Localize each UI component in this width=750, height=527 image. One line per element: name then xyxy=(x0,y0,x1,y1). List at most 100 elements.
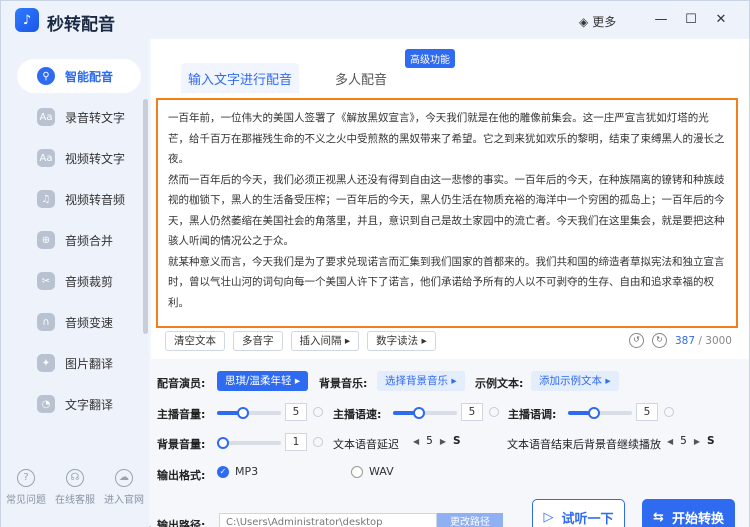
tab-text-dubbing[interactable]: 输入文字进行配音 xyxy=(181,63,299,93)
headphones-icon: ∩ xyxy=(37,313,55,331)
advanced-badge: 高级功能 xyxy=(405,49,455,68)
continue-stepper[interactable]: ◀ 5 ▶ S xyxy=(667,435,715,447)
undo-icon[interactable]: ↺ xyxy=(629,333,644,348)
char-count: 387 xyxy=(675,334,696,347)
path-label: 输出路径: xyxy=(157,519,206,527)
pitch-label: 主播语调: xyxy=(508,408,557,421)
play-icon: ▷ xyxy=(543,509,554,525)
video-audio-icon: ♫ xyxy=(37,190,55,208)
faq-link[interactable]: ? 常见问题 xyxy=(4,469,48,506)
preview-button[interactable]: ▷ 试听一下 xyxy=(532,499,625,527)
format-mp3-radio[interactable]: ✓ MP3 xyxy=(217,465,258,478)
pitch-value[interactable]: 5 xyxy=(636,403,658,421)
start-convert-button[interactable]: ⇆ 开始转换 xyxy=(642,499,735,527)
sidebar-item-label: 音频裁剪 xyxy=(65,274,114,289)
sidebar-item-audio-merge[interactable]: ⊕ 音频合并 xyxy=(17,223,141,257)
sidebar-item-audio-cut[interactable]: ✂ 音频裁剪 xyxy=(17,264,141,298)
speed-spinner-icon[interactable] xyxy=(489,407,499,417)
decrease-icon[interactable]: ◀ xyxy=(667,437,673,446)
search-icon: ⚲ xyxy=(37,67,55,85)
minimize-icon[interactable]: — xyxy=(653,12,669,28)
voice-select-button[interactable]: 思琪/温柔年轻 ▸ xyxy=(217,371,309,391)
delay-unit: S xyxy=(453,435,461,447)
sidebar-item-label: 图片翻译 xyxy=(65,356,114,371)
sample-label: 示例文本: xyxy=(475,377,524,390)
sidebar-item-label: 视频转文字 xyxy=(65,151,126,166)
app-logo-icon: ♪ xyxy=(15,8,39,32)
sidebar-item-label: 智能配音 xyxy=(65,69,114,84)
format-wav-radio[interactable]: WAV xyxy=(351,465,394,478)
bgm-select-button[interactable]: 选择背景音乐 ▸ xyxy=(377,371,465,391)
title-bar: ♪ 秒转配音 ◈ 更多 — ☐ ✕ xyxy=(1,1,749,39)
bg-volume-label: 背景音量: xyxy=(157,438,206,451)
sample-text-button[interactable]: 添加示例文本 ▸ xyxy=(531,371,619,391)
sidebar: ⚲ 智能配音 Aa 录音转文字 Aa 视频转文字 ♫ 视频转音频 ⊕ 音频合并 … xyxy=(1,39,149,527)
service-label: 在线客服 xyxy=(55,495,95,506)
volume-spinner-icon[interactable] xyxy=(313,407,323,417)
headset-icon: ☊ xyxy=(66,469,84,487)
bg-volume-spinner-icon[interactable] xyxy=(313,437,323,447)
app-window: ♪ 秒转配音 ◈ 更多 — ☐ ✕ ⚲ 智能配音 Aa 录音转文字 Aa 视频转… xyxy=(0,0,750,527)
sidebar-item-label: 音频变速 xyxy=(65,315,114,330)
number-reading-button[interactable]: 数字读法 ▸ xyxy=(367,331,436,351)
redo-icon[interactable]: ↻ xyxy=(652,333,667,348)
more-menu[interactable]: ◈ 更多 xyxy=(579,13,616,30)
radio-icon xyxy=(351,465,363,478)
close-icon[interactable]: ✕ xyxy=(713,12,729,28)
pitch-slider[interactable] xyxy=(568,407,632,419)
bg-volume-slider[interactable] xyxy=(217,437,281,449)
pitch-spinner-icon[interactable] xyxy=(664,407,674,417)
sidebar-item-text-translate[interactable]: ◔ 文字翻译 xyxy=(17,387,141,421)
format-option: MP3 xyxy=(235,465,259,478)
sidebar-item-record-to-text[interactable]: Aa 录音转文字 xyxy=(17,100,141,134)
decrease-icon[interactable]: ◀ xyxy=(413,437,419,446)
sidebar-item-label: 视频转音频 xyxy=(65,192,126,207)
paragraph: 然而一百年后的今天，我们必须正视黑人还没有得到自由这一悲惨的事实。一百年后的今天… xyxy=(168,173,725,248)
delay-stepper[interactable]: ◀ 5 ▶ S xyxy=(413,435,461,447)
preview-label: 试听一下 xyxy=(561,511,614,527)
app-title: 秒转配音 xyxy=(47,15,115,35)
format-option: WAV xyxy=(369,465,394,478)
slider-knob[interactable] xyxy=(237,407,249,419)
slider-knob[interactable] xyxy=(413,407,425,419)
sidebar-item-audio-speed[interactable]: ∩ 音频变速 xyxy=(17,305,141,339)
increase-icon[interactable]: ▶ xyxy=(694,437,700,446)
clear-text-button[interactable]: 清空文本 xyxy=(165,331,225,351)
sidebar-item-image-translate[interactable]: ✦ 图片翻译 xyxy=(17,346,141,380)
continue-label: 文本语音结束后背景音继续播放 xyxy=(507,438,661,451)
speed-slider[interactable] xyxy=(393,407,457,419)
merge-icon: ⊕ xyxy=(37,231,55,249)
voice-label: 配音演员: xyxy=(157,377,206,390)
volume-slider[interactable] xyxy=(217,407,281,419)
maximize-icon[interactable]: ☐ xyxy=(683,12,699,28)
paragraph: 一百年前，一位伟大的美国人签署了《解放黑奴宣言》，今天我们就是在他的雕像前集会。… xyxy=(168,112,725,165)
insert-pause-button[interactable]: 插入间隔 ▸ xyxy=(290,331,360,351)
volume-value[interactable]: 5 xyxy=(285,403,307,421)
main-panel: 输入文字进行配音 多人配音 高级功能 一百年前，一位伟大的美国人签署了《解放黑奴… xyxy=(151,39,749,527)
bgm-label: 背景音乐: xyxy=(319,377,368,390)
sidebar-item-smart-dubbing[interactable]: ⚲ 智能配音 xyxy=(17,59,141,93)
change-path-button[interactable]: 更改路径 xyxy=(437,513,503,527)
speed-value[interactable]: 5 xyxy=(461,403,483,421)
delay-label: 文本语音延迟 xyxy=(333,438,399,451)
tab-multi-voice[interactable]: 多人配音 xyxy=(311,63,411,93)
polyphone-button[interactable]: 多音字 xyxy=(233,331,283,351)
editor-toolbar: 清空文本 多音字 插入间隔 ▸ 数字读法 ▸ xyxy=(165,331,436,351)
sidebar-item-video-to-text[interactable]: Aa 视频转文字 xyxy=(17,141,141,175)
sidebar-item-video-to-audio[interactable]: ♫ 视频转音频 xyxy=(17,182,141,216)
sidebar-item-label: 文字翻译 xyxy=(65,397,114,412)
bg-volume-value[interactable]: 1 xyxy=(285,433,307,451)
slider-knob[interactable] xyxy=(217,437,229,449)
char-max: / 3000 xyxy=(698,334,732,347)
continue-unit: S xyxy=(707,435,715,447)
online-service-link[interactable]: ☊ 在线客服 xyxy=(53,469,97,506)
text-editor[interactable]: 一百年前，一位伟大的美国人签署了《解放黑奴宣言》，今天我们就是在他的雕像前集会。… xyxy=(156,98,738,328)
output-path-input[interactable]: C:\Users\Administrator\desktop xyxy=(219,513,437,527)
start-label: 开始转换 xyxy=(671,511,724,527)
char-counter: ↺ ↻ 387 / 3000 xyxy=(629,333,732,348)
sidebar-scrollbar[interactable] xyxy=(143,99,148,334)
website-link[interactable]: ☁ 进入官网 xyxy=(102,469,146,506)
slider-knob[interactable] xyxy=(588,407,600,419)
continue-value: 5 xyxy=(680,435,687,447)
increase-icon[interactable]: ▶ xyxy=(440,437,446,446)
